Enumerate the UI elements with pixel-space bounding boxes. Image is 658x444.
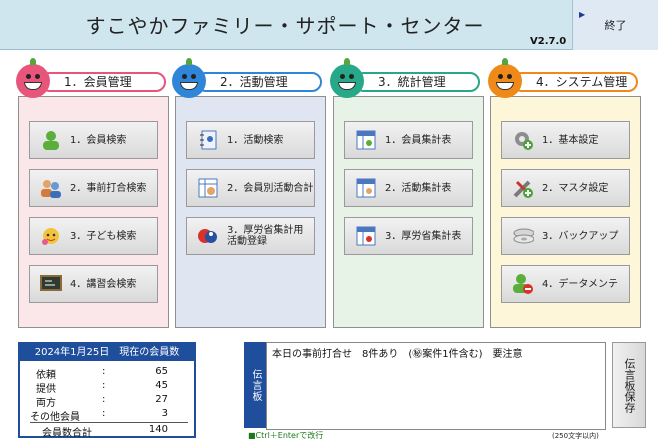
section-panel-activity: 1．活動検索 2．会員別活動合計 3．厚労省集計用活動登録 [175, 96, 326, 328]
activity-search-button[interactable]: 1．活動検索 [186, 121, 315, 159]
master-settings-button[interactable]: 2．マスタ設定 [501, 169, 630, 207]
stats-row: 提供:45 [36, 380, 168, 395]
tools-icon [512, 177, 534, 199]
data-maintenance-button[interactable]: 4．データメンテ [501, 265, 630, 303]
member-count-table: 2024年1月25日 現在の会員数 依頼:65 提供:45 両方:27 その他会… [18, 342, 196, 439]
message-board-hint: ■Ctrl＋Enterで改行 [248, 431, 324, 440]
message-board-label: 伝言板 [244, 342, 266, 428]
section-header-system: 4．システム管理 [488, 58, 640, 98]
section-header-member: 1．会員管理 [16, 58, 168, 98]
section-title: 3．統計管理 [354, 72, 480, 92]
mascot-icon [488, 58, 522, 98]
app-header: すこやかファミリー・サポート・センター V2.7.0 ▶ 終了 [0, 0, 658, 50]
meeting-search-button[interactable]: 2．事前打合検索 [29, 169, 158, 207]
basic-settings-button[interactable]: 1．基本設定 [501, 121, 630, 159]
child-icon [40, 225, 62, 247]
ministry-summary-button[interactable]: 3．厚労省集計表 [344, 217, 473, 255]
member-count-header: 2024年1月25日 現在の会員数 [20, 344, 194, 361]
message-board-char-limit: (250文字以内) [552, 432, 599, 440]
stats-row: その他会員:3 [30, 408, 168, 423]
member-sheet-icon [355, 129, 377, 151]
disk-icon [512, 225, 534, 247]
mascot-icon [330, 58, 364, 98]
arrow-icon: ▶ [579, 10, 586, 19]
member-table-icon [197, 177, 219, 199]
stats-total-row: 会員数合計 140 [42, 424, 168, 439]
message-board-textarea[interactable]: 本日の事前打合せ 8件あり (㊙案件1件含む) 要注意 [266, 342, 606, 430]
exit-label: 終了 [604, 19, 627, 32]
mascot-icon [16, 58, 50, 98]
app-title: すこやかファミリー・サポート・センター [85, 14, 485, 38]
child-search-button[interactable]: 3．子ども検索 [29, 217, 158, 255]
mascot-icon [172, 58, 206, 98]
divider [30, 422, 188, 423]
section-panel-statistics: 1．会員集計表 2．活動集計表 3．厚労省集計表 [333, 96, 484, 328]
ministry-sheet-icon [355, 225, 377, 247]
user-remove-icon [512, 273, 534, 295]
exit-button[interactable]: ▶ 終了 [572, 0, 658, 50]
member-summary-button[interactable]: 1．会員集計表 [344, 121, 473, 159]
people-meeting-icon [40, 177, 62, 199]
section-title: 4．システム管理 [512, 72, 638, 92]
section-panel-member: 1．会員検索 2．事前打合検索 3．子ども検索 4．講習会検索 [18, 96, 169, 328]
member-activity-total-button[interactable]: 2．会員別活動合計 [186, 169, 315, 207]
stats-row: 両方:27 [36, 394, 168, 409]
save-message-button[interactable]: 伝言板保存 [612, 342, 646, 428]
member-search-button[interactable]: 1．会員検索 [29, 121, 158, 159]
version-label: V2.7.0 [530, 36, 567, 47]
user-search-icon [40, 129, 62, 151]
blackboard-icon [40, 273, 62, 295]
backup-button[interactable]: 3．バックアップ [501, 217, 630, 255]
section-title: 1．会員管理 [40, 72, 166, 92]
notebook-icon [197, 129, 219, 151]
activity-sheet-icon [355, 177, 377, 199]
stats-row: 依頼:65 [36, 366, 168, 381]
gear-icon [512, 129, 534, 151]
register-icon [197, 225, 219, 247]
section-title: 2．活動管理 [196, 72, 322, 92]
seminar-search-button[interactable]: 4．講習会検索 [29, 265, 158, 303]
section-header-activity: 2．活動管理 [172, 58, 324, 98]
section-header-statistics: 3．統計管理 [330, 58, 482, 98]
section-panel-system: 1．基本設定 2．マスタ設定 3．バックアップ 4．データメンテ [490, 96, 641, 328]
activity-summary-button[interactable]: 2．活動集計表 [344, 169, 473, 207]
ministry-activity-register-button[interactable]: 3．厚労省集計用活動登録 [186, 217, 315, 255]
